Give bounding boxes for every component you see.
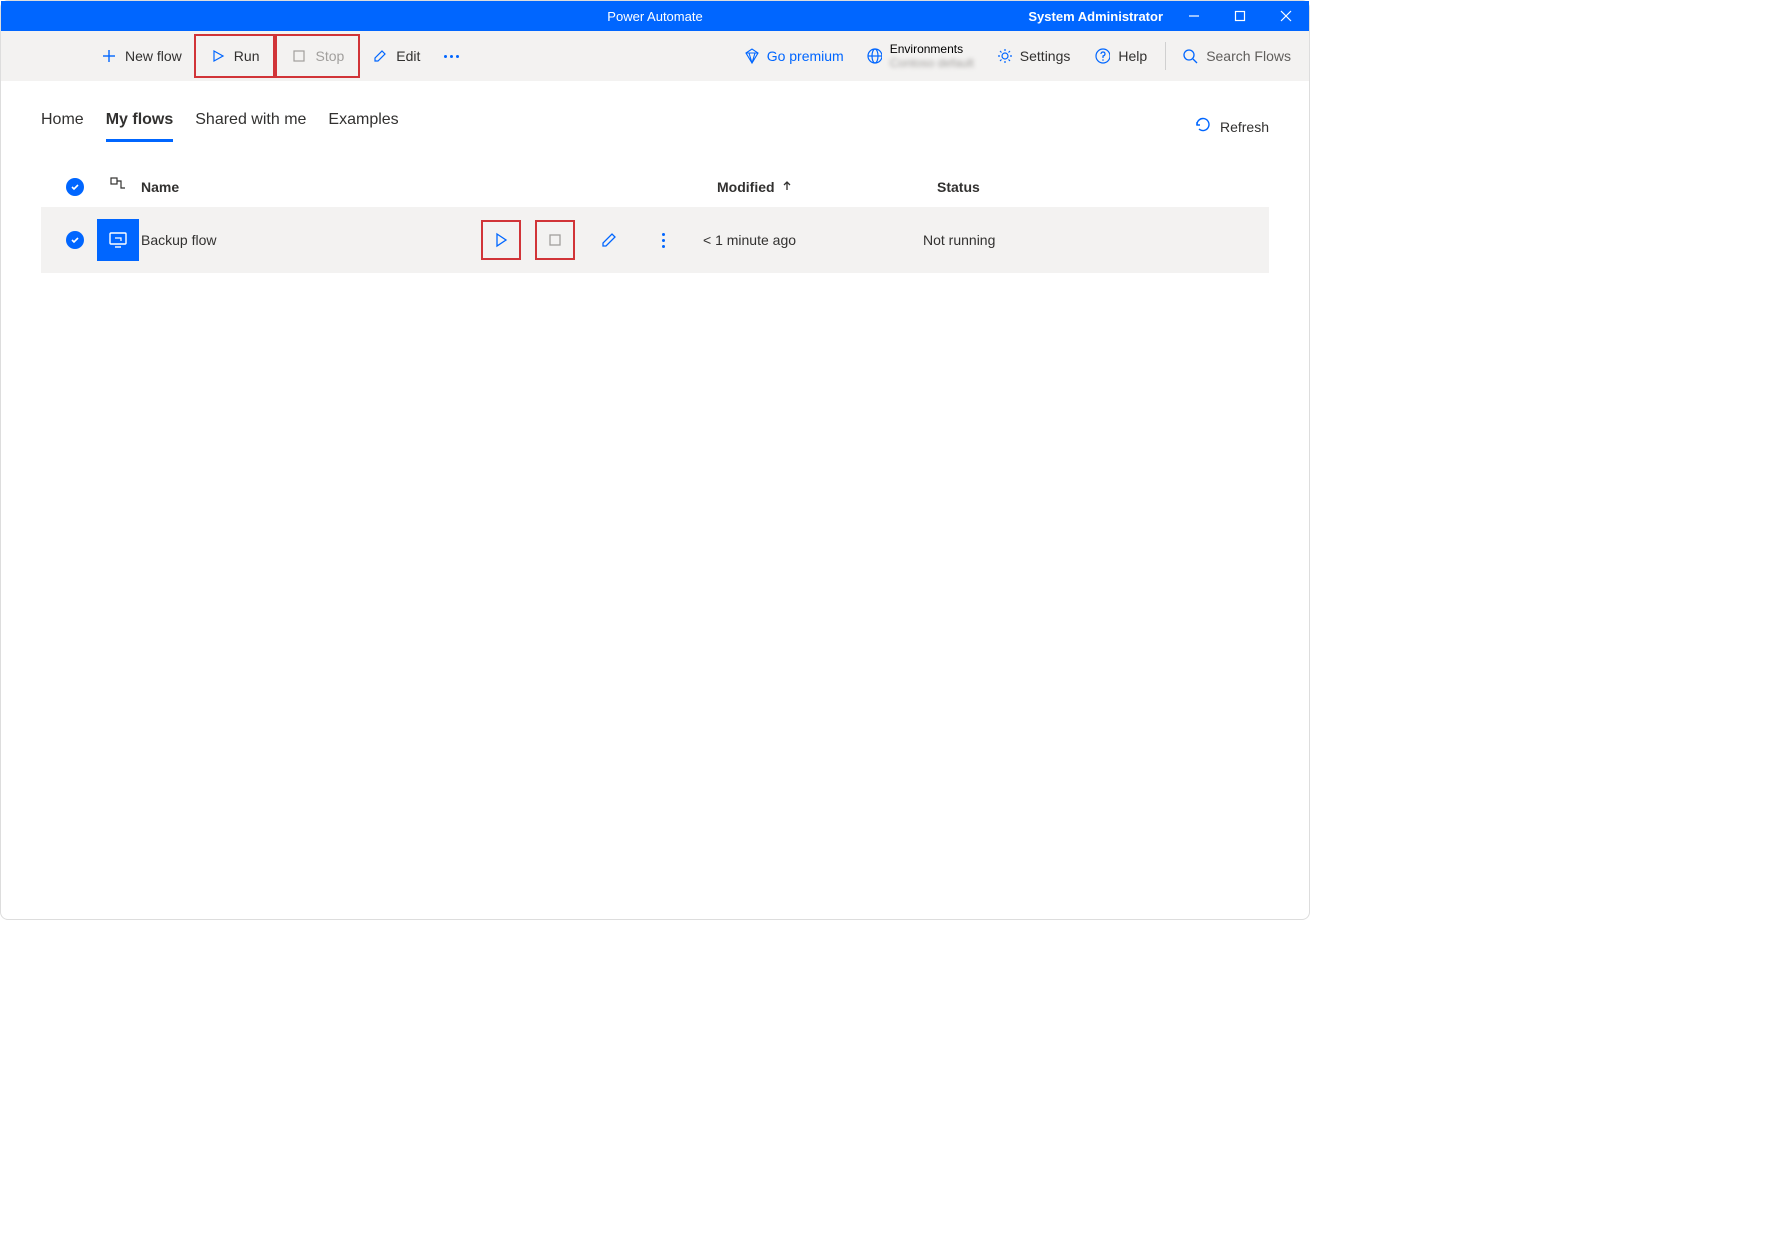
new-flow-label: New flow [125,48,182,64]
close-icon [1280,10,1292,22]
row-checkbox[interactable] [66,231,84,249]
stop-icon [291,48,307,64]
settings-label: Settings [1020,48,1071,64]
tab-shared[interactable]: Shared with me [195,111,306,142]
refresh-icon [1194,116,1212,137]
maximize-icon [1234,10,1246,22]
search-input[interactable]: Search Flows [1172,48,1301,64]
row-edit-button[interactable] [589,220,629,260]
desktop-flow-icon [97,219,139,261]
help-label: Help [1118,48,1147,64]
search-icon [1182,48,1198,64]
refresh-button[interactable]: Refresh [1194,116,1269,137]
run-label: Run [234,48,260,64]
play-icon [210,48,226,64]
environments-label: Environments [890,42,974,56]
stop-button[interactable]: Stop [279,40,356,72]
diamond-icon [743,48,759,64]
flow-name: Backup flow [141,232,481,248]
tab-examples[interactable]: Examples [328,111,398,142]
edit-label: Edit [396,48,420,64]
toolbar: New flow Run Stop Edit Go premium [1,31,1309,81]
user-name: System Administrator [1028,9,1163,24]
more-vertical-icon [662,233,665,248]
gear-icon [996,48,1012,64]
run-highlight: Run [194,34,276,78]
titlebar: Power Automate System Administrator [1,1,1309,31]
table-header: Name Modified Status [41,166,1269,207]
run-button[interactable]: Run [198,40,272,72]
stop-highlight: Stop [275,34,360,78]
help-button[interactable]: Help [1082,40,1159,72]
environment-selector[interactable]: Environments Contoso default [856,42,984,71]
go-premium-label: Go premium [767,48,844,64]
go-premium-button[interactable]: Go premium [731,40,856,72]
minimize-button[interactable] [1171,1,1217,31]
play-icon [493,232,509,248]
more-button[interactable] [432,40,471,72]
row-more-button[interactable] [643,220,683,260]
select-all-checkbox[interactable] [66,178,84,196]
maximize-button[interactable] [1217,1,1263,31]
flow-modified: < 1 minute ago [703,232,923,248]
tabs: Home My flows Shared with me Examples [41,111,399,142]
tab-my-flows[interactable]: My flows [106,111,174,142]
tab-home[interactable]: Home [41,111,84,142]
edit-button[interactable]: Edit [360,40,432,72]
new-flow-button[interactable]: New flow [89,40,194,72]
stop-label: Stop [315,48,344,64]
row-run-button[interactable] [481,220,521,260]
sort-arrow-up-icon [781,179,793,195]
table-row[interactable]: Backup flow < 1 minute ago Not running [41,207,1269,273]
settings-button[interactable]: Settings [984,40,1083,72]
column-name[interactable]: Name [141,179,717,195]
pencil-icon [372,48,388,64]
check-icon [70,182,80,192]
column-modified[interactable]: Modified [717,179,937,195]
row-stop-button[interactable] [535,220,575,260]
stop-icon [547,232,563,248]
search-placeholder: Search Flows [1206,48,1291,64]
refresh-label: Refresh [1220,119,1269,135]
minimize-icon [1188,10,1200,22]
column-status[interactable]: Status [937,179,1255,195]
more-icon [444,55,459,58]
globe-icon [866,48,882,64]
help-icon [1094,48,1110,64]
content: Home My flows Shared with me Examples Re… [1,81,1309,273]
pencil-icon [600,231,618,249]
flow-status: Not running [923,232,1255,248]
environment-name: Contoso default [890,56,974,70]
flow-type-icon [109,176,127,197]
divider [1165,42,1166,70]
plus-icon [101,48,117,64]
close-button[interactable] [1263,1,1309,31]
app-title: Power Automate [607,9,702,24]
check-icon [70,235,80,245]
